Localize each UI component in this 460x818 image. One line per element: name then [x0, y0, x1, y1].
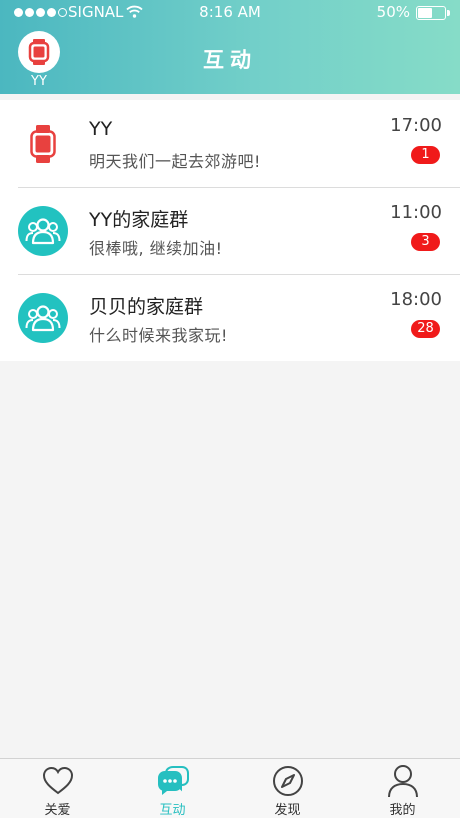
app-header: SIGNAL 8:16 AM 50% YY 互动: [0, 0, 460, 94]
tab-mine[interactable]: 我的: [345, 759, 460, 818]
page-title: 互动: [203, 48, 257, 72]
tab-care[interactable]: 关爱: [0, 759, 115, 818]
conversation-message: 什么时候来我家玩!: [89, 326, 228, 345]
tab-label: 发现: [274, 803, 301, 818]
battery-icon: [416, 6, 450, 20]
conversation-time: 11:00: [390, 202, 442, 223]
conversation-row-yy[interactable]: YY 明天我们一起去郊游吧! 17:00 1: [0, 100, 460, 187]
battery-percent: 50%: [376, 3, 410, 21]
person-icon: [386, 764, 420, 798]
chat-bubble-icon: [156, 764, 190, 798]
watch-icon: [18, 119, 68, 169]
tab-label: 我的: [389, 803, 416, 818]
conversation-row-yy-family[interactable]: YY的家庭群 很棒哦, 继续加油! 11:00 3: [0, 187, 460, 274]
conversation-message: 很棒哦, 继续加油!: [89, 239, 223, 258]
group-icon: [18, 206, 68, 256]
tab-label: 互动: [159, 803, 186, 818]
compass-icon: [271, 764, 305, 798]
conversation-name: YY的家庭群: [89, 209, 189, 231]
tab-interact[interactable]: 互动: [115, 759, 230, 818]
tab-discover[interactable]: 发现: [230, 759, 345, 818]
status-bar: SIGNAL 8:16 AM 50%: [0, 0, 460, 26]
conversation-time: 17:00: [390, 115, 442, 136]
tab-label: 关爱: [44, 803, 71, 818]
unread-badge: 3: [411, 233, 440, 251]
unread-badge: 1: [411, 146, 440, 164]
conversation-message: 明天我们一起去郊游吧!: [89, 152, 261, 171]
conversation-list: YY 明天我们一起去郊游吧! 17:00 1 YY的家庭群 很棒哦, 继续加油!…: [0, 100, 460, 361]
conversation-time: 18:00: [390, 289, 442, 310]
avatar-label: YY: [31, 74, 47, 89]
conversation-name: YY: [89, 118, 113, 140]
battery-fill: [418, 8, 432, 18]
tab-bar: 关爱 互动 发现 我的: [0, 758, 460, 818]
unread-badge: 28: [411, 320, 440, 338]
conversation-name: 贝贝的家庭群: [89, 296, 204, 318]
heart-icon: [41, 764, 75, 798]
conversation-row-beibei-family[interactable]: 贝贝的家庭群 什么时候来我家玩! 18:00 28: [0, 274, 460, 361]
group-icon: [18, 293, 68, 343]
